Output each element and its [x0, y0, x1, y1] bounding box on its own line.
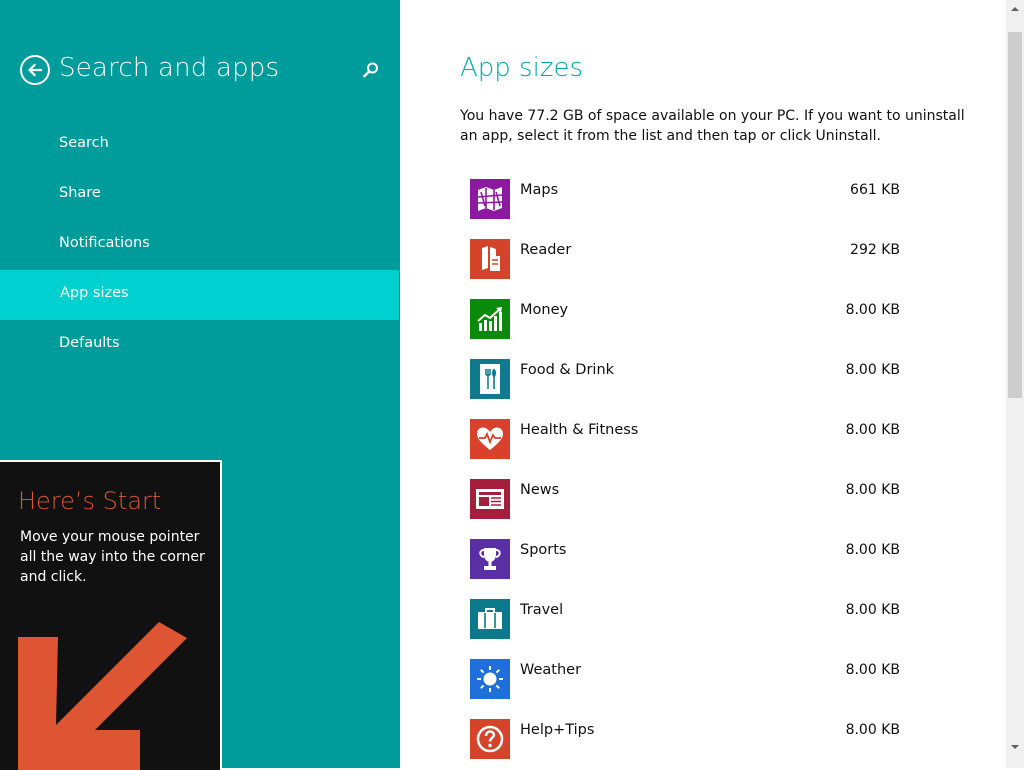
nav-item-label: Search — [59, 135, 109, 151]
app-row-weather[interactable]: Weather 8.00 KB — [470, 658, 910, 718]
maps-icon — [470, 179, 510, 219]
app-name: Money — [520, 302, 569, 318]
scrollbar-thumb[interactable] — [1008, 32, 1022, 398]
app-row-news[interactable]: News 8.00 KB — [470, 478, 910, 538]
nav-item-search[interactable]: Search — [0, 120, 399, 170]
app-size: 292 KB — [850, 242, 900, 258]
nav-title: Search and apps — [59, 53, 280, 83]
app-name: Reader — [520, 242, 572, 258]
app-name: Maps — [520, 182, 559, 198]
app-size: 661 KB — [850, 182, 900, 198]
news-icon — [470, 479, 510, 519]
nav-item-label: Defaults — [59, 335, 120, 351]
app-row-maps[interactable]: Maps 661 KB — [470, 178, 910, 238]
reader-icon — [470, 239, 510, 279]
app-list: Maps 661 KB Reader 292 KB Money 8.00 KB … — [470, 178, 910, 768]
app-name: News — [520, 482, 560, 498]
app-size: 8.00 KB — [845, 542, 900, 558]
app-row-sports[interactable]: Sports 8.00 KB — [470, 538, 910, 598]
weather-icon — [470, 659, 510, 699]
app-name: Sports — [520, 542, 567, 558]
start-tip-body: Move your mouse pointer all the way into… — [20, 529, 205, 585]
app-size: 8.00 KB — [845, 602, 900, 618]
settings-nav-pane: Search and apps Search Share Notificatio… — [0, 0, 400, 770]
app-name: Travel — [520, 602, 564, 618]
page-title: App sizes — [460, 53, 584, 83]
back-button[interactable] — [20, 55, 50, 85]
app-name: Help+Tips — [520, 722, 595, 738]
app-size: 8.00 KB — [845, 422, 900, 438]
nav-item-defaults[interactable]: Defaults — [0, 320, 399, 370]
app-size: 8.00 KB — [845, 362, 900, 378]
app-row-reader[interactable]: Reader 292 KB — [470, 238, 910, 298]
app-name: Food & Drink — [520, 362, 615, 378]
travel-icon — [470, 599, 510, 639]
nav-item-share[interactable]: Share — [0, 170, 399, 220]
app-row-money[interactable]: Money 8.00 KB — [470, 298, 910, 358]
back-arrow-icon — [27, 63, 43, 77]
scroll-up-arrow-icon[interactable] — [1010, 4, 1020, 14]
money-icon — [470, 299, 510, 339]
app-name: Weather — [520, 662, 582, 678]
app-row-travel[interactable]: Travel 8.00 KB — [470, 598, 910, 658]
start-tip-title: Here’s Start — [18, 487, 162, 515]
health-fitness-icon — [470, 419, 510, 459]
app-size: 8.00 KB — [845, 302, 900, 318]
search-icon[interactable] — [362, 61, 380, 79]
nav-item-label: App sizes — [60, 285, 129, 301]
app-size: 8.00 KB — [845, 662, 900, 678]
food-drink-icon — [470, 359, 510, 399]
app-sizes-pane: App sizes You have 77.2 GB of space avai… — [400, 0, 1006, 768]
nav-item-label: Share — [59, 185, 101, 201]
scroll-down-arrow-icon[interactable] — [1010, 742, 1020, 752]
storage-description: You have 77.2 GB of space available on y… — [460, 108, 965, 144]
start-tip-panel[interactable]: Here’s Start Move your mouse pointer all… — [0, 460, 222, 770]
corner-arrow-icon — [18, 622, 187, 770]
app-size: 8.00 KB — [845, 722, 900, 738]
nav-item-app-sizes[interactable]: App sizes — [0, 270, 399, 320]
app-row-help-tips[interactable]: Help+Tips 8.00 KB — [470, 718, 910, 768]
vertical-scrollbar[interactable] — [1006, 0, 1024, 768]
nav-item-label: Notifications — [59, 235, 150, 251]
app-row-food-drink[interactable]: Food & Drink 8.00 KB — [470, 358, 910, 418]
help-tips-icon — [470, 719, 510, 759]
app-name: Health & Fitness — [520, 422, 639, 438]
sports-icon — [470, 539, 510, 579]
app-size: 8.00 KB — [845, 482, 900, 498]
app-row-health-fitness[interactable]: Health & Fitness 8.00 KB — [470, 418, 910, 478]
nav-item-notifications[interactable]: Notifications — [0, 220, 399, 270]
